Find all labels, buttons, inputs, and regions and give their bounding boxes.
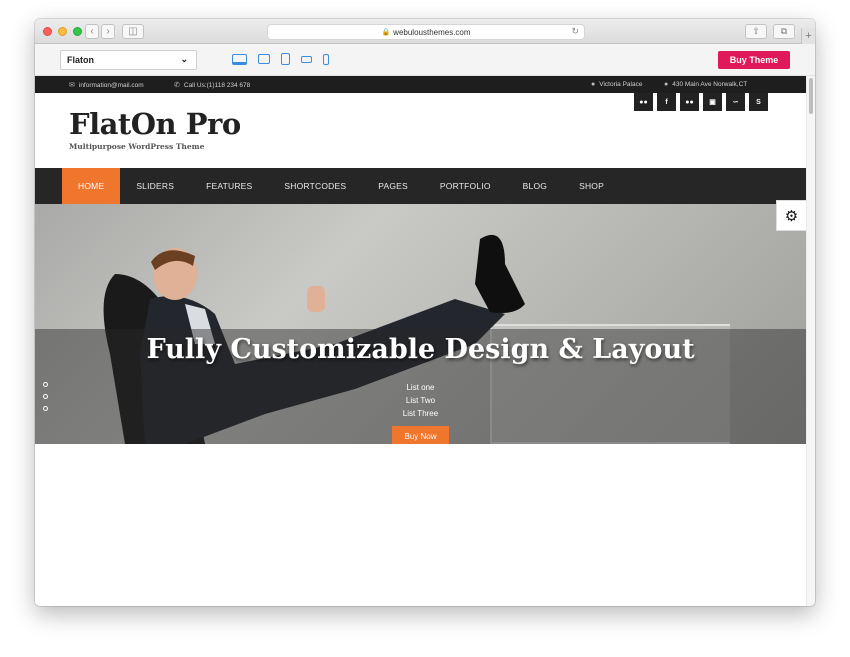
rss-icon[interactable]: ∽ xyxy=(726,93,745,111)
share-icon: ⇧ xyxy=(752,26,760,36)
hero-list-item: List Three xyxy=(402,409,439,418)
theme-select[interactable]: Flaton ⌄ xyxy=(60,50,197,70)
laptop-icon[interactable] xyxy=(258,54,270,64)
envelope-icon: ✉ xyxy=(69,82,75,89)
lock-icon: 🔒 xyxy=(381,29,391,36)
nav-item-portfolio[interactable]: PORTFOLIO xyxy=(424,168,507,204)
social-icons: ●● f ●● ▣ ∽ S xyxy=(634,93,768,111)
flickr-icon[interactable]: ●● xyxy=(634,93,653,111)
map-marker-icon: ● xyxy=(591,81,596,88)
email-info[interactable]: ✉ information@mail.com xyxy=(69,81,144,90)
minimize-window-button[interactable] xyxy=(58,27,67,36)
browser-window: ‹ › ◫ 🔒 webulousthemes.com ↻ ⇧ ⧉ + Flato… xyxy=(35,19,815,606)
flickr-icon[interactable]: ●● xyxy=(680,93,699,111)
device-switcher xyxy=(232,53,329,65)
chevron-right-icon: › xyxy=(106,26,110,37)
nav-item-sliders[interactable]: SLIDERS xyxy=(120,168,190,204)
nav-item-shop[interactable]: SHOP xyxy=(563,168,620,204)
address-bar[interactable]: 🔒 webulousthemes.com ↻ xyxy=(267,24,585,40)
page-scrollbar[interactable] xyxy=(806,76,815,606)
tabs-icon: ⧉ xyxy=(780,26,788,36)
phone-icon: ✆ xyxy=(174,82,180,89)
website-viewport: ✉ information@mail.com ✆ Call Us:(1)118 … xyxy=(35,76,806,606)
tabs-button[interactable]: ⧉ xyxy=(773,24,795,39)
phone-text: Call Us:(1)118 234 678 xyxy=(183,81,251,89)
tablet-landscape-icon[interactable] xyxy=(301,55,312,63)
desktop-icon[interactable] xyxy=(232,53,247,65)
chevron-left-icon: ‹ xyxy=(90,26,94,37)
theme-select-value: Flaton xyxy=(67,55,94,65)
slider-dot[interactable] xyxy=(43,394,48,399)
hero-list-item: List Two xyxy=(405,396,436,405)
window-controls xyxy=(43,27,82,36)
hero-slider: Fully Customizable Design & Layout List … xyxy=(35,204,806,444)
nav-item-pages[interactable]: PAGES xyxy=(362,168,424,204)
nav-item-features[interactable]: FEATURES xyxy=(190,168,268,204)
settings-gear-button[interactable]: ⚙ xyxy=(776,200,806,231)
slider-dot[interactable] xyxy=(43,382,48,387)
site-tagline: Multipurpose WordPress Theme xyxy=(69,142,205,151)
hero-headline: Fully Customizable Design & Layout xyxy=(146,334,695,365)
hero-list: List one List Two List Three xyxy=(35,381,806,420)
location-text: Victoria Palace xyxy=(599,81,643,88)
new-tab-button[interactable]: + xyxy=(801,28,815,44)
url-text: webulousthemes.com xyxy=(393,27,471,37)
email-text: information@mail.com xyxy=(78,81,144,89)
mobile-icon[interactable] xyxy=(323,53,329,65)
site-logo[interactable]: FlatOn Pro xyxy=(69,107,241,141)
back-button[interactable]: ‹ xyxy=(85,24,99,39)
nav-item-shortcodes[interactable]: SHORTCODES xyxy=(268,168,362,204)
chevron-down-icon: ⌄ xyxy=(180,54,188,64)
slider-pagination xyxy=(43,382,48,411)
contact-topbar: ✉ information@mail.com ✆ Call Us:(1)118 … xyxy=(35,76,806,93)
facebook-icon[interactable]: f xyxy=(657,93,676,111)
forward-button[interactable]: › xyxy=(101,24,115,39)
close-window-button[interactable] xyxy=(43,27,52,36)
location-info: ● Victoria Palace xyxy=(591,81,642,88)
phone-info: ✆ Call Us:(1)118 234 678 xyxy=(174,81,251,90)
instagram-icon[interactable]: ▣ xyxy=(703,93,722,111)
plus-icon: + xyxy=(805,30,812,42)
address-text: 430 Main Ave Norwalk,CT xyxy=(672,81,748,88)
share-button[interactable]: ⇧ xyxy=(745,24,767,39)
browser-titlebar: ‹ › ◫ 🔒 webulousthemes.com ↻ ⇧ ⧉ + xyxy=(35,19,815,44)
sidebar-toggle-button[interactable]: ◫ xyxy=(122,24,144,39)
nav-item-home[interactable]: HOME xyxy=(62,168,121,204)
buy-now-button[interactable]: Buy Now xyxy=(392,426,449,444)
skype-icon[interactable]: S xyxy=(749,93,768,111)
maximize-window-button[interactable] xyxy=(73,27,82,36)
buy-theme-button[interactable]: Buy Theme xyxy=(718,51,790,69)
map-marker-icon: ● xyxy=(664,81,669,88)
gear-icon: ⚙ xyxy=(784,207,799,225)
site-header: FlatOn Pro Multipurpose WordPress Theme … xyxy=(35,93,806,168)
hero-list-item: List one xyxy=(406,383,435,392)
nav-item-blog[interactable]: BLOG xyxy=(507,168,563,204)
main-navigation: HOME SLIDERS FEATURES SHORTCODES PAGES P… xyxy=(35,168,806,204)
slider-dot[interactable] xyxy=(43,406,48,411)
scrollbar-thumb[interactable] xyxy=(809,78,813,114)
reload-icon[interactable]: ↻ xyxy=(571,26,579,37)
sidebar-icon: ◫ xyxy=(128,26,138,37)
address-info: ● 430 Main Ave Norwalk,CT xyxy=(664,81,747,88)
theme-demo-bar: Flaton ⌄ Buy Theme xyxy=(35,44,815,76)
tablet-icon[interactable] xyxy=(281,53,290,65)
